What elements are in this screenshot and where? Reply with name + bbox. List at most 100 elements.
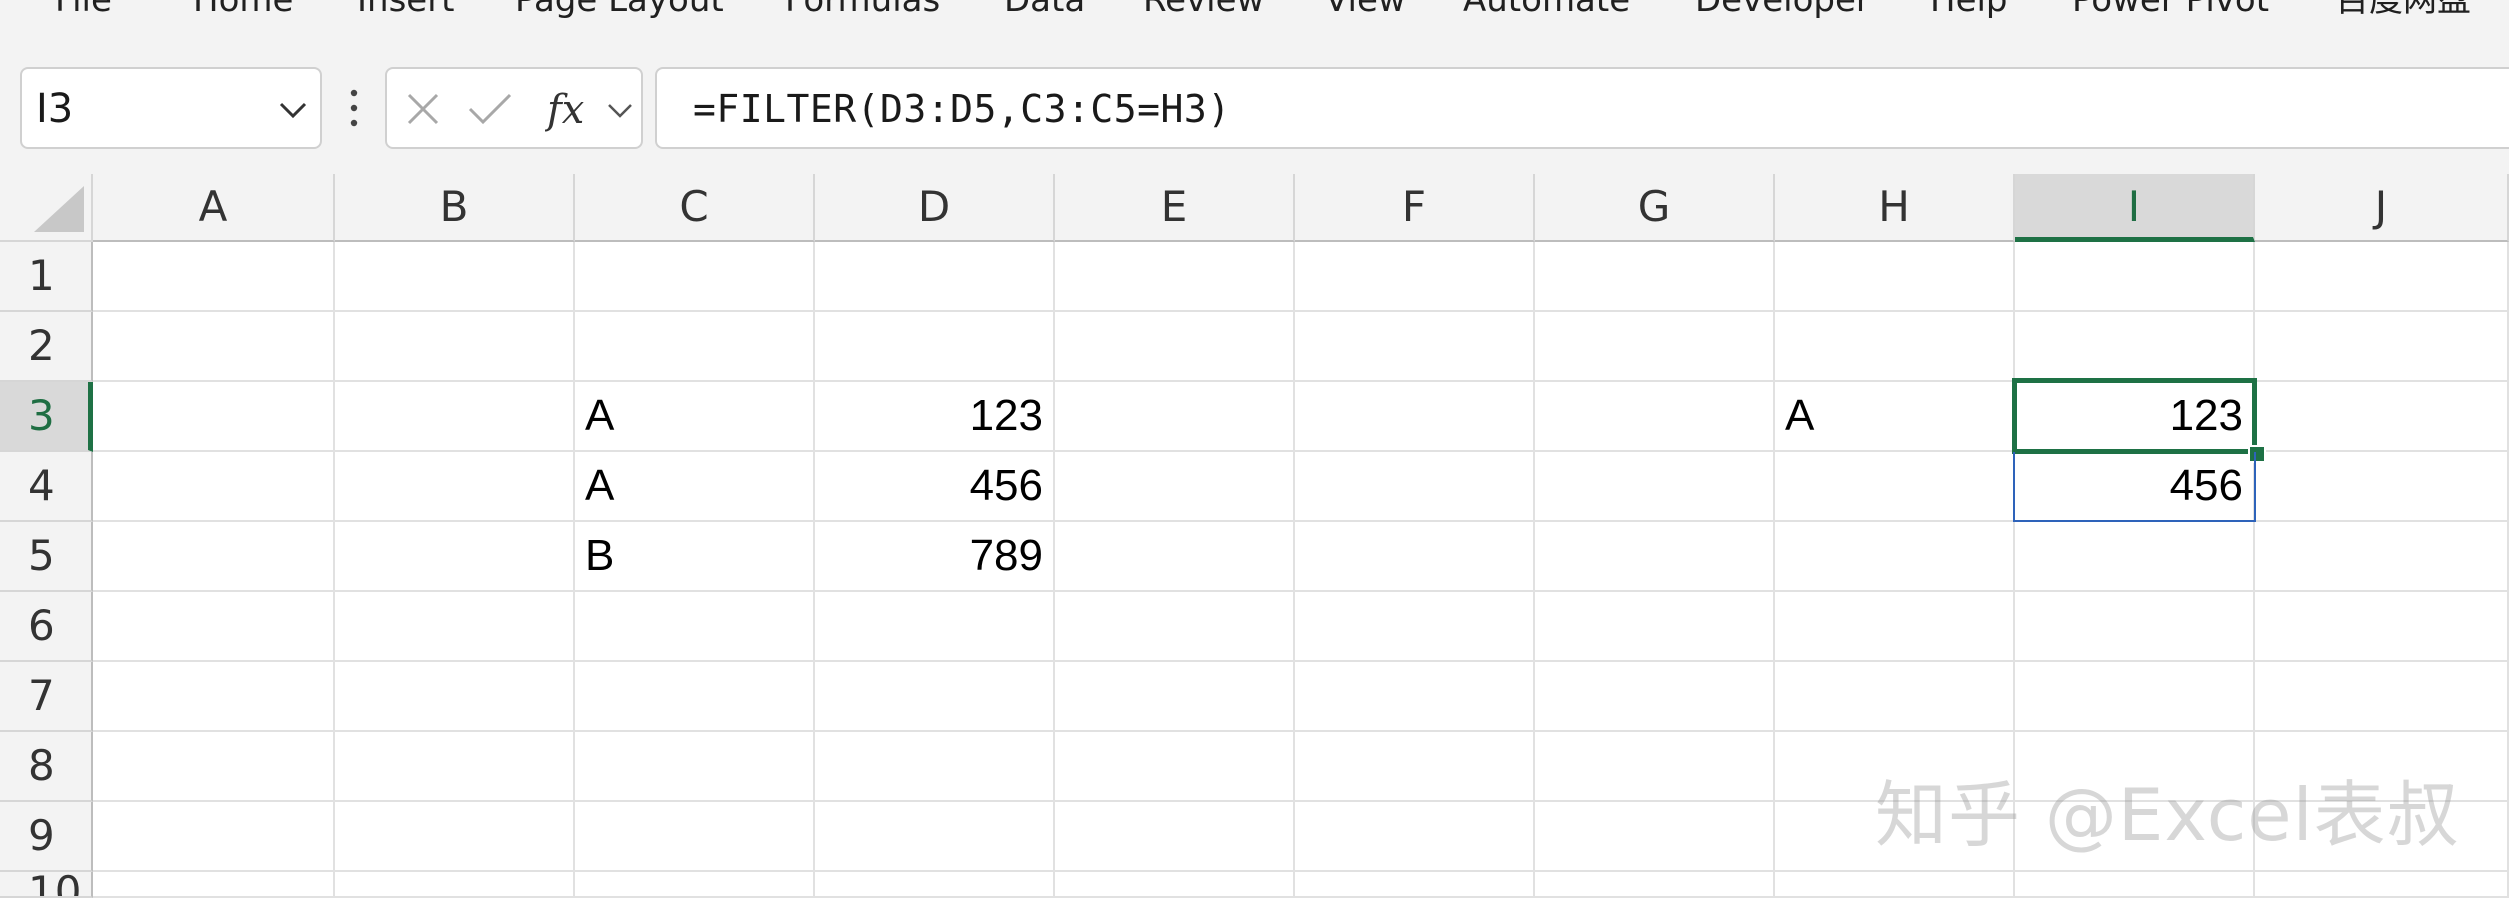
grid-cell[interactable] [1055,312,1295,382]
tab-page-layout[interactable]: Page Layout [515,0,724,22]
column-header-i[interactable]: I [2015,174,2255,242]
column-header-g[interactable]: G [1535,174,1775,242]
grid-cell[interactable] [2255,872,2509,898]
grid-cell[interactable] [335,522,575,592]
grid-cell[interactable] [93,872,335,898]
tab-formulas[interactable]: Formulas [785,0,940,22]
grid-cell[interactable] [1055,592,1295,662]
grid-cell[interactable] [2255,452,2509,522]
grid-cell[interactable] [2255,802,2509,872]
grid-cell[interactable] [575,872,815,898]
grid-cell[interactable] [2255,382,2509,452]
grid-cell[interactable] [575,592,815,662]
cell-c5[interactable]: B [575,522,815,592]
formula-input[interactable]: =FILTER(D3:D5,C3:C5=H3) [655,67,2509,149]
grid-cell[interactable] [2255,312,2509,382]
column-header-f[interactable]: F [1295,174,1535,242]
grid-cell[interactable] [1295,242,1535,312]
grid-cell[interactable] [1055,662,1295,732]
grid-cell[interactable] [335,732,575,802]
enter-check-icon[interactable] [467,91,513,127]
grid-cell[interactable] [1535,872,1775,898]
grid-cell[interactable] [335,452,575,522]
row-header-3[interactable]: 3 [0,382,93,452]
grid-cell[interactable] [335,662,575,732]
grid-cell[interactable] [1775,592,2015,662]
grid-cell[interactable] [2255,242,2509,312]
more-options-icon[interactable] [346,88,362,128]
grid-cell[interactable] [1535,312,1775,382]
grid-cell[interactable] [2255,522,2509,592]
column-header-j[interactable]: J [2255,174,2509,242]
grid-cell[interactable] [1775,522,2015,592]
cell-i3[interactable]: 123 [2015,382,2255,452]
cell-c4[interactable]: A [575,452,815,522]
column-header-d[interactable]: D [815,174,1055,242]
grid-cell[interactable] [2015,242,2255,312]
grid-cell[interactable] [1055,732,1295,802]
grid-cell[interactable] [2015,802,2255,872]
grid-cell[interactable] [2015,312,2255,382]
grid-cell[interactable] [1535,732,1775,802]
column-header-h[interactable]: H [1775,174,2015,242]
grid-cell[interactable] [815,662,1055,732]
select-all-corner[interactable] [0,174,93,242]
tab-insert[interactable]: Insert [357,0,455,22]
grid-cell[interactable] [335,382,575,452]
grid-cell[interactable] [1775,732,2015,802]
cell-h3[interactable]: A [1775,382,2015,452]
column-header-a[interactable]: A [93,174,335,242]
grid-cell[interactable] [815,312,1055,382]
row-header-5[interactable]: 5 [0,522,93,592]
grid-cell[interactable] [2015,872,2255,898]
grid-cell[interactable] [1055,242,1295,312]
cancel-icon[interactable] [405,91,441,127]
grid-cell[interactable] [1775,662,2015,732]
grid-cell[interactable] [1535,802,1775,872]
grid-cell[interactable] [1535,452,1775,522]
grid-cell[interactable] [1055,522,1295,592]
grid-cell[interactable] [93,802,335,872]
grid-cell[interactable] [2015,592,2255,662]
grid-cell[interactable] [1775,312,2015,382]
grid-cell[interactable] [335,802,575,872]
grid-cell[interactable] [2015,662,2255,732]
grid-cell[interactable] [1055,452,1295,522]
grid-cell[interactable] [1055,802,1295,872]
grid-cell[interactable] [815,802,1055,872]
grid-cell[interactable] [93,522,335,592]
chevron-down-icon[interactable] [276,93,310,127]
grid-cell[interactable] [93,382,335,452]
tab-developer[interactable]: Developer [1695,0,1870,22]
grid-cell[interactable] [815,242,1055,312]
insert-function-icon[interactable]: fx [545,81,595,137]
grid-cell[interactable] [93,592,335,662]
grid-cell[interactable] [575,242,815,312]
grid-cell[interactable] [2015,522,2255,592]
grid-cell[interactable] [1535,662,1775,732]
grid-cell[interactable] [1055,382,1295,452]
grid-cell[interactable] [815,872,1055,898]
grid-cell[interactable] [1535,522,1775,592]
grid-cell[interactable] [575,312,815,382]
cell-d4[interactable]: 456 [815,452,1055,522]
row-header-7[interactable]: 7 [0,662,93,732]
grid-cell[interactable] [2015,732,2255,802]
grid-cell[interactable] [2255,592,2509,662]
grid-cell[interactable] [1535,592,1775,662]
grid-cell[interactable] [1535,382,1775,452]
grid-cell[interactable] [93,662,335,732]
grid-cell[interactable] [2255,732,2509,802]
cell-d3[interactable]: 123 [815,382,1055,452]
row-header-10[interactable]: 10 [0,872,93,898]
column-header-e[interactable]: E [1055,174,1295,242]
grid-cell[interactable] [335,242,575,312]
tab-view[interactable]: View [1325,0,1406,22]
grid-cell[interactable] [335,872,575,898]
grid-cell[interactable] [335,312,575,382]
grid-cell[interactable] [815,592,1055,662]
column-header-c[interactable]: C [575,174,815,242]
row-header-1[interactable]: 1 [0,242,93,312]
tab-baidu-netdisk[interactable]: 百度网盘 [2335,0,2471,22]
tab-home[interactable]: Home [193,0,293,22]
